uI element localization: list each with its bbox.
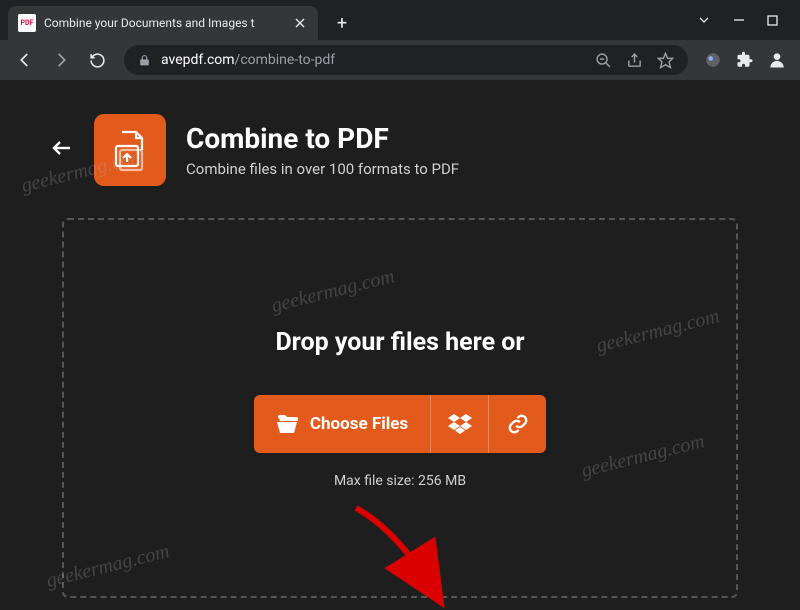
address-bar[interactable]: avepdf.com/combine-to-pdf [124,45,688,75]
extension-icon[interactable] [700,47,726,73]
new-tab-button[interactable]: + [328,9,356,37]
choose-files-label: Choose Files [310,414,408,434]
page-back-button[interactable] [50,136,74,164]
browser-titlebar: PDF Combine your Documents and Images t … [0,0,800,40]
chevron-down-icon[interactable] [697,13,711,27]
upload-button-group: Choose Files [254,395,546,453]
choose-files-button[interactable]: Choose Files [254,395,430,453]
back-button[interactable] [10,45,40,75]
forward-button[interactable] [46,45,76,75]
tab-title: Combine your Documents and Images t [44,16,284,30]
extensions-puzzle-icon[interactable] [732,47,758,73]
page-content: Combine to PDF Combine files in over 100… [0,80,800,602]
url-text: avepdf.com/combine-to-pdf [161,52,335,68]
url-upload-button[interactable] [488,395,546,453]
window-controls [697,0,800,40]
lock-icon [138,54,151,67]
dropbox-icon [448,413,472,435]
browser-toolbar: avepdf.com/combine-to-pdf [0,40,800,80]
close-tab-icon[interactable] [292,15,308,31]
zoom-icon[interactable] [595,52,612,69]
profile-avatar-icon[interactable] [764,47,790,73]
page-headings: Combine to PDF Combine files in over 100… [186,122,459,178]
reload-button[interactable] [82,45,112,75]
max-file-size-label: Max file size: 256 MB [334,473,466,489]
page-header: Combine to PDF Combine files in over 100… [0,80,800,206]
link-icon [507,413,529,435]
dropzone-label: Drop your files here or [275,328,524,357]
combine-pdf-icon [94,114,166,186]
tab-favicon: PDF [18,14,36,32]
dropbox-upload-button[interactable] [430,395,488,453]
annotation-arrow [346,500,466,610]
browser-tab[interactable]: PDF Combine your Documents and Images t [8,6,318,40]
minimize-icon[interactable] [733,14,745,26]
maximize-icon[interactable] [767,15,778,26]
page-title: Combine to PDF [186,122,459,155]
page-subtitle: Combine files in over 100 formats to PDF [186,160,459,178]
file-dropzone[interactable]: Drop your files here or Choose Files [62,218,738,598]
folder-open-icon [276,413,300,435]
bookmark-star-icon[interactable] [657,52,674,69]
share-icon[interactable] [626,52,643,69]
